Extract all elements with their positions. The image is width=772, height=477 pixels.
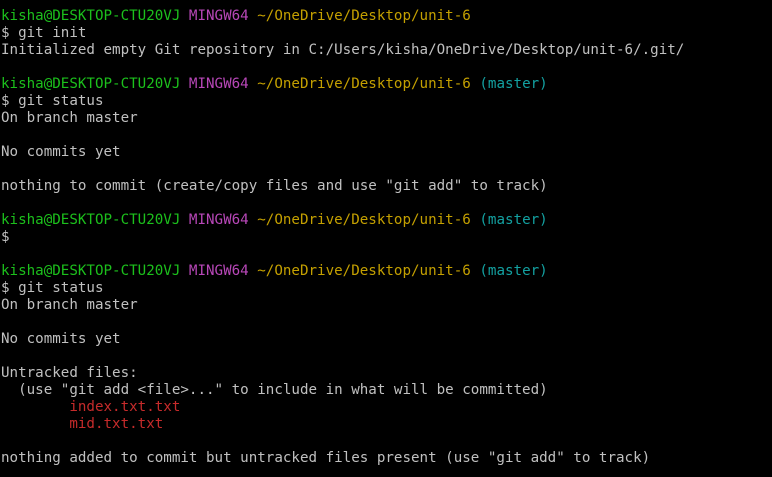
output-line: On branch master (1, 297, 772, 314)
untracked-file-line: mid.txt.txt (1, 416, 772, 433)
untracked-file-name: mid.txt.txt (1, 416, 164, 432)
output-line: Initialized empty Git repository in C:/U… (1, 42, 772, 59)
prompt-line: kisha@DESKTOP-CTU20VJ MINGW64 ~/OneDrive… (1, 212, 772, 229)
untracked-file-name: index.txt.txt (1, 399, 181, 415)
prompt-line: kisha@DESKTOP-CTU20VJ MINGW64 ~/OneDrive… (1, 263, 772, 280)
prompt-symbol: $ (1, 25, 10, 41)
prompt-system: MINGW64 (188, 8, 249, 24)
prompt-line: kisha@DESKTOP-CTU20VJ MINGW64 ~/OneDrive… (1, 8, 772, 25)
output-text: Untracked files: (1, 365, 138, 381)
output-line: Untracked files: (1, 365, 772, 382)
prompt-branch: (master) (479, 76, 548, 92)
output-text: On branch master (1, 110, 138, 126)
command-line[interactable]: $ (1, 229, 772, 246)
terminal-window[interactable]: kisha@DESKTOP-CTU20VJ MINGW64 ~/OneDrive… (0, 0, 772, 477)
prompt-user-host: kisha@DESKTOP-CTU20VJ (1, 263, 181, 279)
command-line[interactable]: $ git status (1, 280, 772, 297)
prompt-symbol: $ (1, 280, 10, 296)
prompt-symbol: $ (1, 93, 10, 109)
command-line[interactable]: $ git status (1, 93, 772, 110)
output-line: On branch master (1, 110, 772, 127)
prompt-user-host: kisha@DESKTOP-CTU20VJ (1, 8, 181, 24)
untracked-file-line: index.txt.txt (1, 399, 772, 416)
command-text: git init (18, 25, 87, 41)
output-text: nothing added to commit but untracked fi… (1, 450, 651, 466)
output-line: nothing to commit (create/copy files and… (1, 178, 772, 195)
prompt-path: ~/OneDrive/Desktop/unit-6 (257, 212, 471, 228)
output-line: (use "git add <file>..." to include in w… (1, 382, 772, 399)
prompt-branch: (master) (479, 212, 548, 228)
output-text: Initialized empty Git repository in C:/U… (1, 42, 685, 58)
prompt-user-host: kisha@DESKTOP-CTU20VJ (1, 76, 181, 92)
command-text: git status (18, 280, 104, 296)
prompt-line: kisha@DESKTOP-CTU20VJ MINGW64 ~/OneDrive… (1, 76, 772, 93)
output-line: nothing added to commit but untracked fi… (1, 450, 772, 467)
command-text: git status (18, 93, 104, 109)
output-text: No commits yet (1, 144, 121, 160)
prompt-path: ~/OneDrive/Desktop/unit-6 (257, 76, 471, 92)
prompt-path: ~/OneDrive/Desktop/unit-6 (257, 8, 471, 24)
prompt-branch: (master) (479, 263, 548, 279)
output-text: No commits yet (1, 331, 121, 347)
output-text: On branch master (1, 297, 138, 313)
prompt-system: MINGW64 (188, 263, 249, 279)
prompt-path: ~/OneDrive/Desktop/unit-6 (257, 263, 471, 279)
output-line: No commits yet (1, 144, 772, 161)
output-text: nothing to commit (create/copy files and… (1, 178, 548, 194)
prompt-user-host: kisha@DESKTOP-CTU20VJ (1, 212, 181, 228)
command-line[interactable]: $ git init (1, 25, 772, 42)
output-line: No commits yet (1, 331, 772, 348)
prompt-symbol: $ (1, 229, 10, 245)
prompt-system: MINGW64 (188, 76, 249, 92)
output-text: (use "git add <file>..." to include in w… (1, 382, 548, 398)
prompt-system: MINGW64 (188, 212, 249, 228)
